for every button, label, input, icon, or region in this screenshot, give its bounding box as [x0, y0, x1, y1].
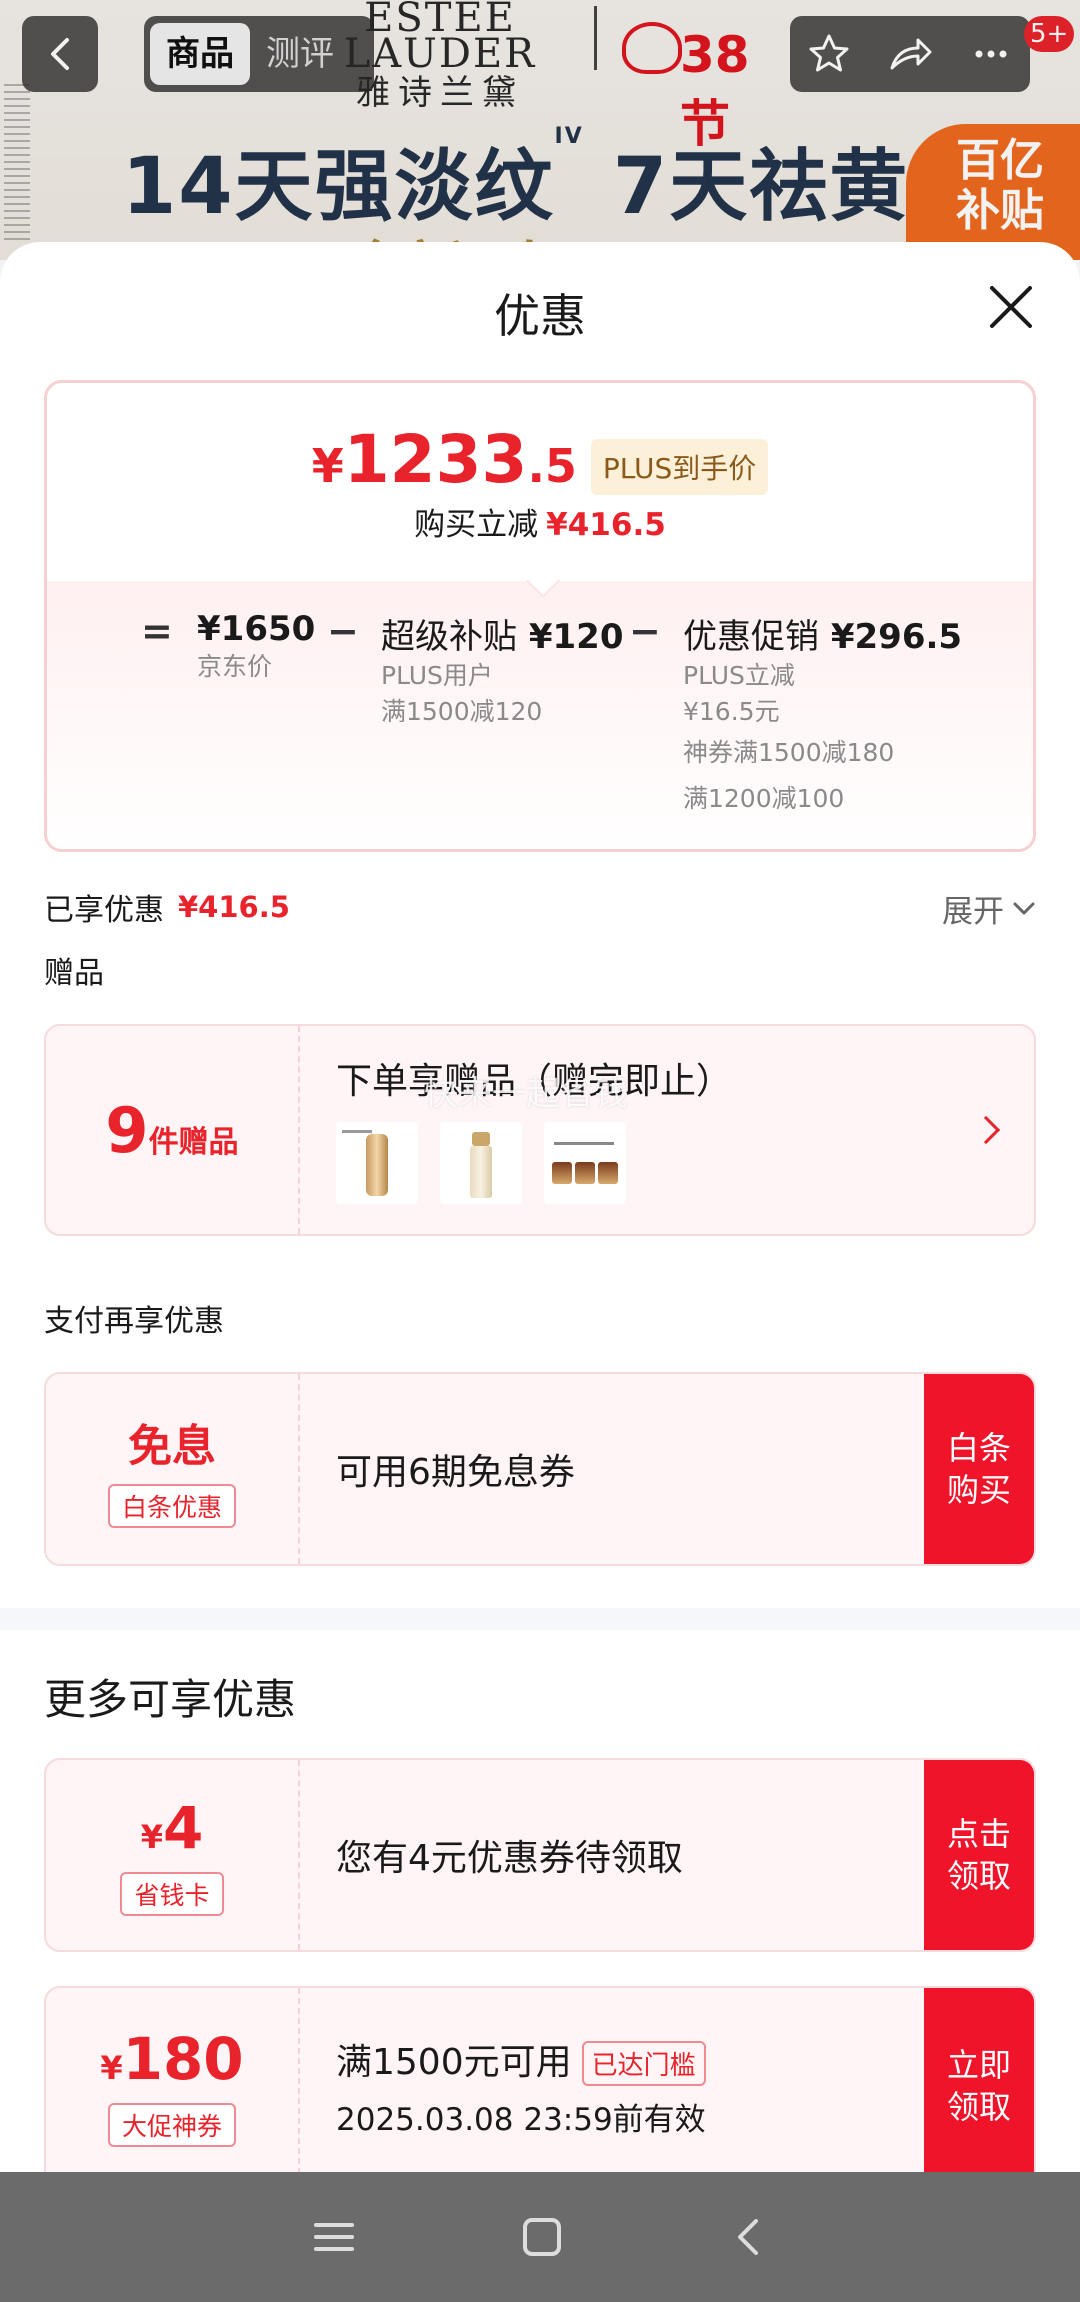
interest-free-text: 可用6期免息券: [336, 1452, 575, 1493]
interest-free-badge: 免息 白条优惠: [46, 1374, 300, 1564]
expand-button[interactable]: 展开: [942, 886, 1036, 931]
super-subsidy-amount: ¥120: [528, 617, 624, 657]
home-icon[interactable]: [520, 2215, 564, 2259]
close-icon[interactable]: [984, 280, 1038, 334]
coupon-card: ¥4 省钱卡 您有4元优惠券待领取 点击领取: [44, 1758, 1036, 1952]
final-price-integer: 1233: [343, 421, 528, 498]
back-icon[interactable]: [728, 2215, 768, 2259]
gift-thumbnails: [336, 1122, 732, 1204]
coupon-condition: 满1500元可用 已达门槛: [336, 2033, 706, 2087]
promotion-detail-2: ¥16.5元: [683, 697, 780, 726]
coupon-currency: ¥: [140, 1818, 163, 1856]
list-price-block: ¥1650 京东价: [197, 609, 315, 685]
payment-section-label: 支付再享优惠: [44, 1304, 224, 1339]
coupon-card: ¥180 大促神券 满1500元可用 已达门槛 2025.03.08 23:59前…: [44, 1986, 1036, 2172]
enjoyed-discount-row: 已享优惠 ¥416.5 展开: [44, 882, 1036, 932]
coupon-value-block: ¥4 省钱卡: [46, 1760, 300, 1950]
coupon-condition-text: 满1500元可用: [336, 2041, 572, 2083]
gifts-section-label: 赠品: [44, 956, 104, 991]
promotion-detail-3: 神券满1500减180: [683, 738, 895, 767]
final-price-decimal: .5: [527, 439, 577, 493]
enjoyed-amount: ¥416.5: [178, 890, 290, 924]
equals-sign: =: [141, 609, 173, 653]
gift-thumbnail: [336, 1122, 418, 1204]
final-price-currency: ¥: [311, 439, 344, 493]
section-divider: [0, 1608, 1080, 1630]
coupon-value: ¥4: [141, 1794, 204, 1862]
promotion-amount: ¥296.5: [830, 617, 963, 657]
gift-count-number: 9: [105, 1093, 149, 1167]
final-price-row: ¥1233.5 PLUS到手价: [47, 427, 1033, 499]
gift-count: 9件赠品: [105, 1094, 238, 1167]
threshold-reached-tag: 已达门槛: [581, 2041, 706, 2087]
sheet-title: 优惠: [494, 289, 586, 343]
gift-info: 下单享赠品（赠完即止）: [336, 1026, 732, 1234]
system-navigation-bar: [0, 2172, 1080, 2302]
super-subsidy-label: 超级补贴: [381, 617, 517, 657]
reduction-amount: ¥416.5: [546, 507, 666, 543]
coupon-currency: ¥: [100, 2049, 123, 2087]
super-subsidy-detail-2: 满1500减120: [381, 697, 543, 726]
plus-price-tag: PLUS到手价: [590, 439, 769, 495]
list-price-label: 京东价: [197, 652, 273, 681]
promotion-detail-4: 满1200减100: [683, 784, 845, 813]
gift-thumbnail: [544, 1122, 626, 1204]
interest-free-info: 可用6期免息券: [336, 1374, 575, 1564]
interest-free-label: 免息: [128, 1421, 216, 1472]
reduction-label: 购买立减: [414, 507, 539, 543]
gift-card[interactable]: 9件赠品 下单享赠品（赠完即止） 快来一起省钱: [44, 1024, 1036, 1236]
offers-sheet: 优惠 ¥1233.5 PLUS到手价 购买立减 ¥416.5 = ¥1650 京东…: [0, 242, 1080, 2172]
expand-label: 展开: [942, 894, 1004, 930]
promotion-block: 优惠促销 ¥296.5 PLUS立减 ¥16.5元 神券满1500减180 满1…: [683, 609, 962, 822]
super-subsidy-block: 超级补贴 ¥120 PLUS用户 满1500减120: [381, 609, 623, 730]
gift-count-unit: 件赠品: [148, 1124, 239, 1160]
coupon-amount: 4: [162, 1794, 204, 1862]
enjoyed-label: 已享优惠: [44, 893, 164, 928]
list-price: ¥1650: [197, 609, 316, 649]
coupon-value: ¥180: [100, 2025, 243, 2093]
baitiao-buy-button[interactable]: 白条购买: [924, 1374, 1034, 1564]
price-breakdown-card: ¥1233.5 PLUS到手价 购买立减 ¥416.5 = ¥1650 京东价 −…: [44, 380, 1036, 852]
super-subsidy-detail-1: PLUS用户: [381, 661, 493, 690]
instant-reduction: 购买立减 ¥416.5: [47, 499, 1033, 544]
promotion-label: 优惠促销: [683, 617, 819, 657]
mega-sale-coupon-tag: 大促神券: [107, 2103, 236, 2147]
coupon-amount: 180: [122, 2025, 244, 2093]
gift-thumbnail: [440, 1122, 522, 1204]
more-offers-title: 更多可享优惠: [44, 1675, 297, 1724]
promotion-detail-1: PLUS立减: [683, 661, 795, 690]
money-saving-card-tag: 省钱卡: [120, 1872, 224, 1916]
baitiao-tag: 白条优惠: [107, 1484, 236, 1528]
share-watermark: 快来一起省钱: [424, 1074, 628, 1114]
coupon-info: 您有4元优惠券待领取: [336, 1760, 683, 1950]
final-price: ¥1233.5: [312, 427, 577, 499]
minus-sign-2: −: [629, 609, 661, 653]
claim-coupon-button[interactable]: 点击领取: [924, 1760, 1034, 1950]
coupon-text: 您有4元优惠券待领取: [336, 1838, 683, 1879]
coupon-info: 满1500元可用 已达门槛 2025.03.08 23:59前有效: [336, 1988, 706, 2172]
coupon-value-block: ¥180 大促神券: [46, 1988, 300, 2172]
gift-count-block: 9件赠品: [46, 1026, 300, 1234]
coupon-validity: 2025.03.08 23:59前有效: [336, 2102, 706, 2139]
claim-now-button[interactable]: 立即领取: [924, 1988, 1034, 2172]
chevron-right-icon: [971, 1115, 1001, 1145]
chevron-down-icon: [1013, 902, 1035, 914]
interest-free-card: 免息 白条优惠 可用6期免息券 白条购买: [44, 1372, 1036, 1566]
minus-sign: −: [327, 609, 359, 653]
menu-icon[interactable]: [312, 2217, 356, 2257]
